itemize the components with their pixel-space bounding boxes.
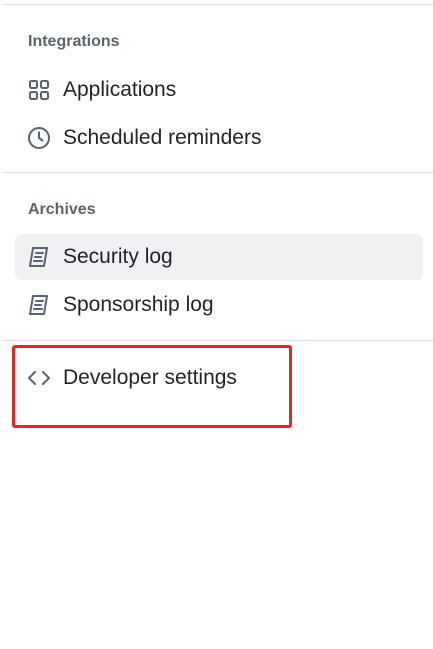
code-icon <box>27 366 51 390</box>
sidebar-item-applications[interactable]: Applications <box>15 67 423 113</box>
top-divider <box>4 4 433 5</box>
archives-heading: Archives <box>28 201 96 218</box>
bottom-divider <box>4 340 433 341</box>
sidebar-item-sponsorship-log[interactable]: Sponsorship log <box>15 282 423 328</box>
sidebar-item-security-log[interactable]: Security log <box>15 234 423 280</box>
sidebar-item-developer-settings[interactable]: Developer settings <box>15 355 423 401</box>
log-icon <box>27 293 51 317</box>
middle-divider <box>4 172 433 173</box>
sidebar-item-label: Scheduled reminders <box>63 126 262 149</box>
integrations-heading: Integrations <box>28 33 120 50</box>
clock-icon <box>27 126 51 150</box>
apps-icon <box>27 78 51 102</box>
log-icon <box>27 245 51 269</box>
sidebar-item-scheduled-reminders[interactable]: Scheduled reminders <box>15 115 423 161</box>
sidebar-item-label: Sponsorship log <box>63 293 214 316</box>
sidebar-item-label: Security log <box>63 245 173 268</box>
sidebar-item-label: Developer settings <box>63 366 237 389</box>
sidebar-item-label: Applications <box>63 78 177 101</box>
